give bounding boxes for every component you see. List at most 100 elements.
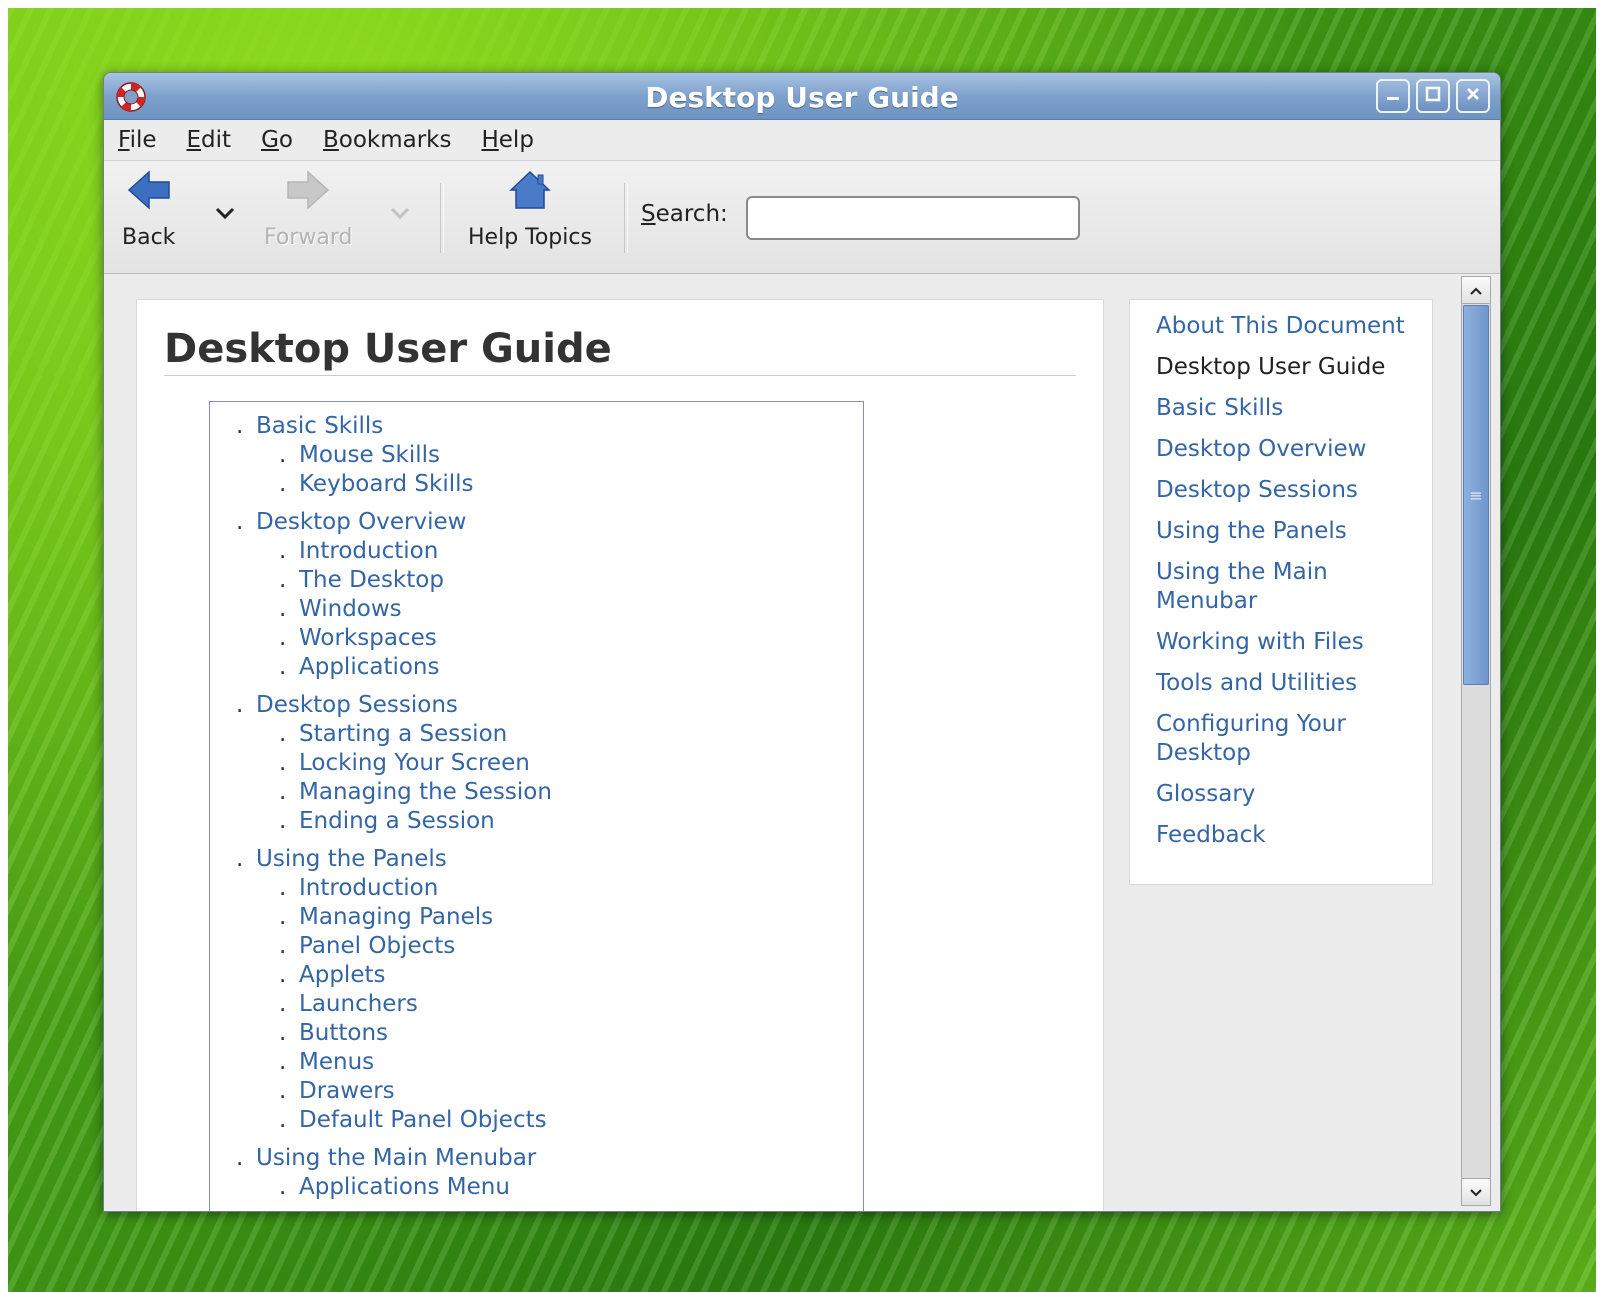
vertical-scrollbar[interactable]: ≡ (1461, 276, 1491, 1206)
menu-edit[interactable]: Edit (187, 127, 232, 153)
toc-sublink[interactable]: Keyboard Skills (299, 471, 474, 497)
bullet: . (279, 991, 287, 1017)
sidebar-link[interactable]: Desktop Sessions (1156, 476, 1416, 505)
sidebar-link[interactable]: Using the Main Menubar (1156, 558, 1416, 616)
scroll-down-button[interactable] (1462, 1178, 1490, 1205)
menu-file[interactable]: File (118, 127, 157, 153)
help-topics-button[interactable]: Help Topics (468, 169, 592, 250)
toc-sublink[interactable]: Windows (299, 596, 402, 622)
toc-entry: . Basic Skills (210, 412, 863, 441)
toc-section: . Desktop Overview. Introduction. The Deskt… (210, 508, 863, 682)
bullet: . (279, 596, 287, 622)
toc-link[interactable]: Desktop Sessions (256, 692, 458, 718)
window-controls (1376, 79, 1490, 113)
toc-link[interactable]: Using the Main Menubar (256, 1145, 536, 1171)
search-label-text: earch: (655, 201, 728, 227)
sidebar-link[interactable]: Configuring Your Desktop (1156, 710, 1416, 768)
scrollbar-thumb[interactable]: ≡ (1463, 305, 1489, 685)
back-history-dropdown[interactable] (214, 205, 236, 225)
maximize-icon (1425, 86, 1441, 106)
menu-bookmarks-label: ookmarks (338, 127, 452, 153)
sidebar-link[interactable]: Working with Files (1156, 628, 1416, 657)
scroll-down-icon (1469, 1183, 1483, 1202)
toc-sublink[interactable]: Managing Panels (299, 904, 493, 930)
minimize-button[interactable] (1376, 79, 1410, 113)
search-label-mnemonic: S (641, 201, 656, 227)
toolbar: Back Forward Help Topics Search: (104, 161, 1500, 274)
toc-sublink[interactable]: Locking Your Screen (299, 750, 530, 776)
forward-label: Forward (264, 225, 353, 250)
bullet: . (279, 654, 287, 680)
sidebar-item-current: Desktop User Guide (1156, 354, 1386, 380)
menu-bookmarks-mnemonic: B (322, 127, 339, 153)
forward-button[interactable]: Forward (264, 169, 352, 250)
toc-sublink[interactable]: Menus (299, 1049, 374, 1075)
toc-link[interactable]: Basic Skills (256, 413, 383, 439)
scroll-up-button[interactable] (1462, 277, 1490, 304)
toc-sublink[interactable]: Applets (299, 962, 385, 988)
toc-sublink[interactable]: Buttons (299, 1020, 388, 1046)
bullet: . (279, 1107, 287, 1133)
scroll-up-icon (1469, 281, 1483, 300)
maximize-button[interactable] (1416, 79, 1450, 113)
back-arrow-icon (127, 169, 171, 217)
toc-link[interactable]: Using the Panels (256, 846, 447, 872)
menu-bookmarks[interactable]: Bookmarks (323, 127, 452, 153)
bullet: . (279, 1049, 287, 1075)
bullet: . (279, 904, 287, 930)
toc-sublink[interactable]: Introduction (299, 875, 438, 901)
toc-sublink[interactable]: The Desktop (299, 567, 444, 593)
title-divider (164, 375, 1076, 376)
sidebar-link[interactable]: Feedback (1156, 821, 1416, 850)
close-button[interactable] (1456, 79, 1490, 113)
toc-link[interactable]: Desktop Overview (256, 509, 466, 535)
toc-entry: . Using the Panels (210, 845, 863, 874)
titlebar[interactable]: Desktop User Guide (104, 73, 1500, 120)
page-title: Desktop User Guide (164, 326, 612, 372)
back-label: Back (122, 225, 176, 250)
forward-history-dropdown[interactable] (389, 205, 411, 225)
toc-subentry: . The Desktop (210, 566, 863, 595)
sidebar-link[interactable]: Tools and Utilities (1156, 669, 1416, 698)
sidebar-link[interactable]: About This Document (1156, 312, 1416, 341)
toc-sublink[interactable]: Default Panel Objects (299, 1107, 547, 1133)
bullet: . (236, 1145, 244, 1171)
search-input[interactable] (746, 196, 1080, 240)
bullet: . (236, 509, 244, 535)
sidebar-link[interactable]: Glossary (1156, 780, 1416, 809)
toc-sublink[interactable]: Applications Menu (299, 1174, 510, 1200)
bullet: . (279, 471, 287, 497)
toc-subentry: . Applications (210, 653, 863, 682)
toc-subentry: . Keyboard Skills (210, 470, 863, 499)
sidebar-link[interactable]: Using the Panels (1156, 517, 1416, 546)
forward-arrow-icon (286, 169, 330, 217)
back-button[interactable]: Back (122, 169, 175, 250)
toc-sublink[interactable]: Managing the Session (299, 779, 552, 805)
toc-sublink[interactable]: Drawers (299, 1078, 395, 1104)
toc-subentry: . Launchers (210, 990, 863, 1019)
toc-sublink[interactable]: Ending a Session (299, 808, 495, 834)
toc-entry: . Desktop Sessions (210, 691, 863, 720)
menu-edit-label: dit (201, 127, 232, 153)
toc-sublink[interactable]: Launchers (299, 991, 418, 1017)
menu-go-mnemonic: G (261, 127, 279, 153)
toc-sublink[interactable]: Introduction (299, 538, 438, 564)
sidebar-link[interactable]: Basic Skills (1156, 394, 1416, 423)
toc-sublink[interactable]: Applications (299, 654, 440, 680)
menu-go[interactable]: Go (261, 127, 293, 153)
toc-section: . Basic Skills. Mouse Skills. Keyboard Skil… (210, 412, 863, 499)
toc-subentry: . Buttons (210, 1019, 863, 1048)
menu-help[interactable]: Help (481, 127, 533, 153)
toc-sublink[interactable]: Mouse Skills (299, 442, 440, 468)
toc-sublink[interactable]: Workspaces (299, 625, 437, 651)
table-of-contents: . Basic Skills. Mouse Skills. Keyboard Skil… (209, 401, 864, 1211)
toc-subentry: . Managing the Session (210, 778, 863, 807)
menu-file-label: ile (129, 127, 157, 153)
search-label: Search: (641, 201, 728, 227)
menu-help-mnemonic: H (481, 127, 499, 153)
toc-subentry: . Windows (210, 595, 863, 624)
toc-sublink[interactable]: Panel Objects (299, 933, 455, 959)
toc-sublink[interactable]: Starting a Session (299, 721, 507, 747)
sidebar-link[interactable]: Desktop Overview (1156, 435, 1416, 464)
close-icon (1465, 86, 1481, 106)
